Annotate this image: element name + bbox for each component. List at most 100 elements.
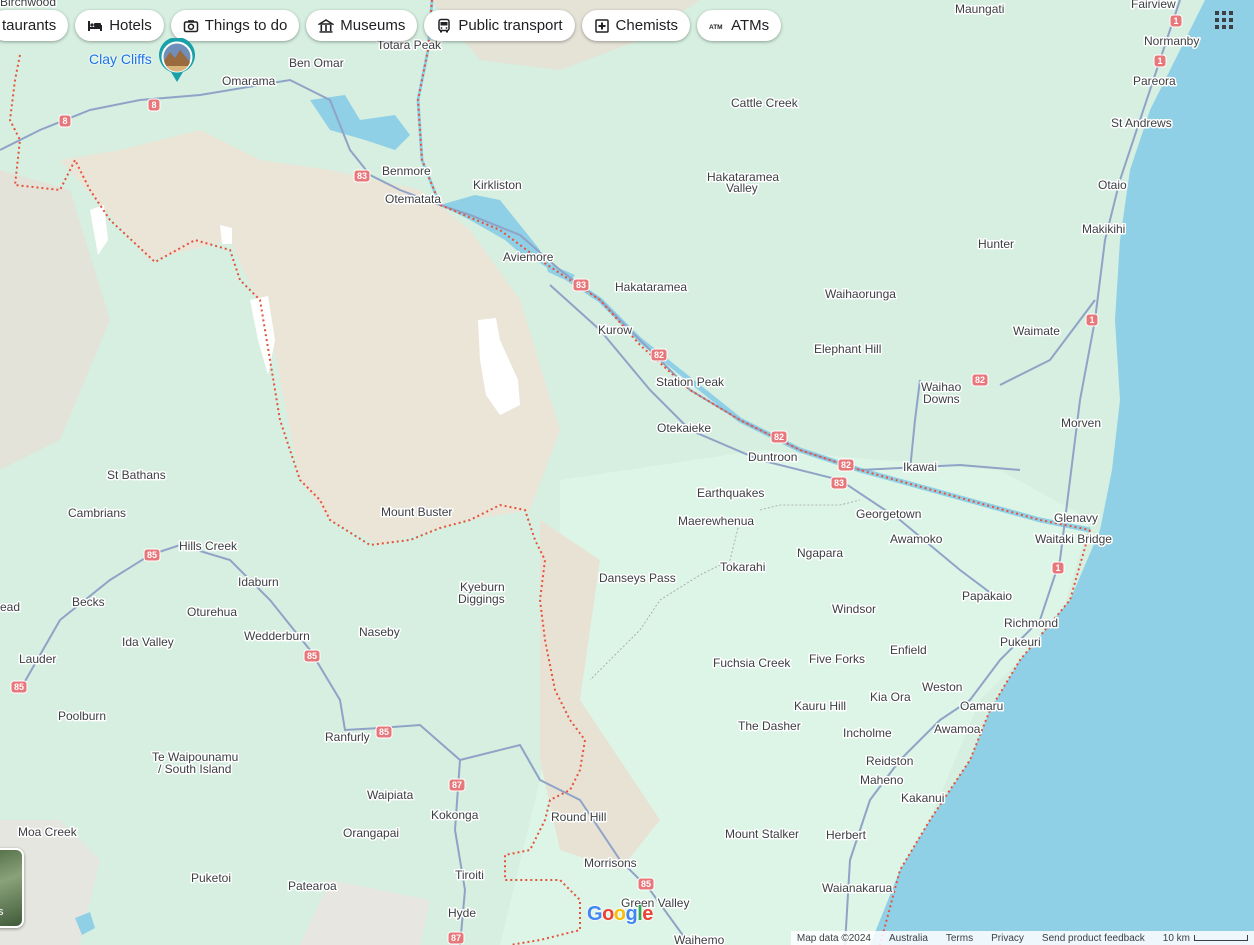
scale-control[interactable]: 10 km <box>1163 933 1248 944</box>
place-label[interactable]: / South Island <box>157 761 233 778</box>
place-label[interactable]: Normanby <box>1143 33 1201 50</box>
place-label[interactable]: Ranfurly <box>324 729 372 746</box>
place-label[interactable]: Kakanui <box>900 790 946 807</box>
place-label[interactable]: Papakaio <box>961 588 1014 605</box>
region-link[interactable]: Australia <box>889 933 928 944</box>
place-label[interactable]: Fairview <box>1130 0 1178 13</box>
place-label[interactable]: Waihemo <box>673 932 727 945</box>
place-label[interactable]: ead <box>0 599 22 616</box>
place-label[interactable]: Otaio <box>1097 177 1129 194</box>
place-label[interactable]: Elephant Hill <box>813 341 883 358</box>
place-label[interactable]: Earthquakes <box>696 485 766 502</box>
place-label[interactable]: Hyde <box>447 905 478 922</box>
place-label[interactable]: Downs <box>922 391 962 408</box>
place-label[interactable]: Hakataramea <box>614 279 689 296</box>
place-label[interactable]: Duntroon <box>747 449 799 466</box>
place-label[interactable]: Aviemore <box>502 249 556 266</box>
place-label[interactable]: Becks <box>71 594 107 611</box>
place-label[interactable]: Waianakarua <box>821 880 895 897</box>
place-label[interactable]: Kauru Hill <box>793 698 848 715</box>
place-label[interactable]: Hills Creek <box>178 538 240 555</box>
place-label[interactable]: Orangapai <box>342 825 401 842</box>
place-label[interactable]: Windsor <box>831 601 878 618</box>
place-label[interactable]: Idaburn <box>237 574 281 591</box>
chip-museums[interactable]: Museums <box>306 10 418 41</box>
place-label[interactable]: Station Peak <box>655 374 727 391</box>
place-label[interactable]: Weston <box>921 679 964 696</box>
place-label[interactable]: Maerewhenua <box>677 513 756 530</box>
place-label[interactable]: Five Forks <box>808 651 867 668</box>
place-label[interactable]: Awamoa <box>933 721 983 738</box>
place-label[interactable]: Danseys Pass <box>598 570 678 587</box>
place-label[interactable]: Awamoko <box>889 531 945 548</box>
place-label[interactable]: Waipiata <box>366 787 416 804</box>
place-label[interactable]: Oturehua <box>186 604 239 621</box>
place-label[interactable]: Richmond <box>1003 615 1060 632</box>
place-label[interactable]: Waihaorunga <box>824 286 898 303</box>
place-label[interactable]: Naseby <box>358 624 402 641</box>
place-label[interactable]: Maungati <box>954 1 1006 18</box>
place-label[interactable]: Puketoi <box>190 870 233 887</box>
place-label[interactable]: Round Hill <box>550 809 608 826</box>
apps-grid-icon[interactable] <box>1214 10 1234 30</box>
place-label[interactable]: Tiroiti <box>454 867 486 884</box>
place-label[interactable]: Omarama <box>221 73 278 90</box>
layers-toggle[interactable]: s <box>0 848 24 928</box>
place-label[interactable]: Lauder <box>18 651 58 668</box>
place-label[interactable]: Kurow <box>597 322 634 339</box>
place-label[interactable]: Pareora <box>1132 73 1178 90</box>
place-label[interactable]: St Andrews <box>1110 115 1174 132</box>
place-label[interactable]: Tokarahi <box>719 559 767 576</box>
place-label[interactable]: Oamaru <box>959 698 1005 715</box>
place-label[interactable]: Cattle Creek <box>730 95 801 112</box>
place-label[interactable]: Morrisons <box>583 855 639 872</box>
place-label[interactable]: Diggings <box>457 591 507 608</box>
chip-things-to-do[interactable]: Things to do <box>170 10 300 41</box>
place-label[interactable]: Moa Creek <box>17 824 80 841</box>
place-label[interactable]: Otematata <box>384 191 443 208</box>
place-label[interactable]: The Dasher <box>737 718 803 735</box>
place-label[interactable]: Makikihi <box>1081 221 1127 238</box>
place-label[interactable]: Kirkliston <box>472 177 524 194</box>
place-label[interactable]: Georgetown <box>855 506 923 523</box>
privacy-link[interactable]: Privacy <box>991 933 1024 944</box>
chip-hotels[interactable]: Hotels <box>75 10 164 41</box>
place-label[interactable]: Valley <box>725 180 760 197</box>
place-label[interactable]: Pukeuri <box>999 634 1043 651</box>
place-label[interactable]: Patearoa <box>287 878 339 895</box>
place-label[interactable]: Cambrians <box>67 505 128 522</box>
place-label[interactable]: Hunter <box>977 236 1016 253</box>
place-label[interactable]: Benmore <box>381 163 433 180</box>
place-label[interactable]: Ikawai <box>902 459 939 476</box>
place-label[interactable]: Waitaki Bridge <box>1034 531 1114 548</box>
place-label[interactable]: Poolburn <box>57 708 108 725</box>
place-label[interactable]: Reidston <box>865 753 915 770</box>
place-label[interactable]: Wedderburn <box>243 628 312 645</box>
place-label[interactable]: St Bathans <box>106 467 168 484</box>
place-label[interactable]: Incholme <box>842 725 894 742</box>
place-label[interactable]: Ngapara <box>796 545 845 562</box>
place-label[interactable]: Fuchsia Creek <box>712 655 793 672</box>
terms-link[interactable]: Terms <box>946 933 973 944</box>
place-label[interactable]: Morven <box>1060 415 1103 432</box>
place-label[interactable]: Ben Omar <box>288 55 346 72</box>
poi-label[interactable]: Clay Cliffs <box>89 51 152 67</box>
place-label[interactable]: Otekaieke <box>656 420 713 437</box>
place-label[interactable]: Waimate <box>1012 323 1062 340</box>
feedback-link[interactable]: Send product feedback <box>1042 933 1145 944</box>
place-label[interactable]: Birchwood <box>0 0 58 11</box>
chip-atms[interactable]: ATM ATMs <box>697 10 782 41</box>
place-label[interactable]: Ida Valley <box>121 634 176 651</box>
chip-public-transport[interactable]: Public transport <box>424 10 575 41</box>
place-label[interactable]: Kokonga <box>430 807 481 824</box>
chip-restaurants[interactable]: taurants <box>0 10 69 41</box>
place-label[interactable]: Glenavy <box>1053 510 1100 527</box>
place-label[interactable]: Herbert <box>825 827 869 844</box>
map-canvas[interactable]: Birchwood Maungati Fairview Normanby Par… <box>0 0 1254 945</box>
place-label[interactable]: Enfield <box>889 642 929 659</box>
place-label[interactable]: Mount Stalker <box>724 826 801 843</box>
place-label[interactable]: Kia Ora <box>869 689 913 706</box>
photo-pin-icon[interactable] <box>157 37 197 84</box>
chip-chemists[interactable]: Chemists <box>581 10 691 41</box>
place-label[interactable]: Maheno <box>859 772 906 789</box>
